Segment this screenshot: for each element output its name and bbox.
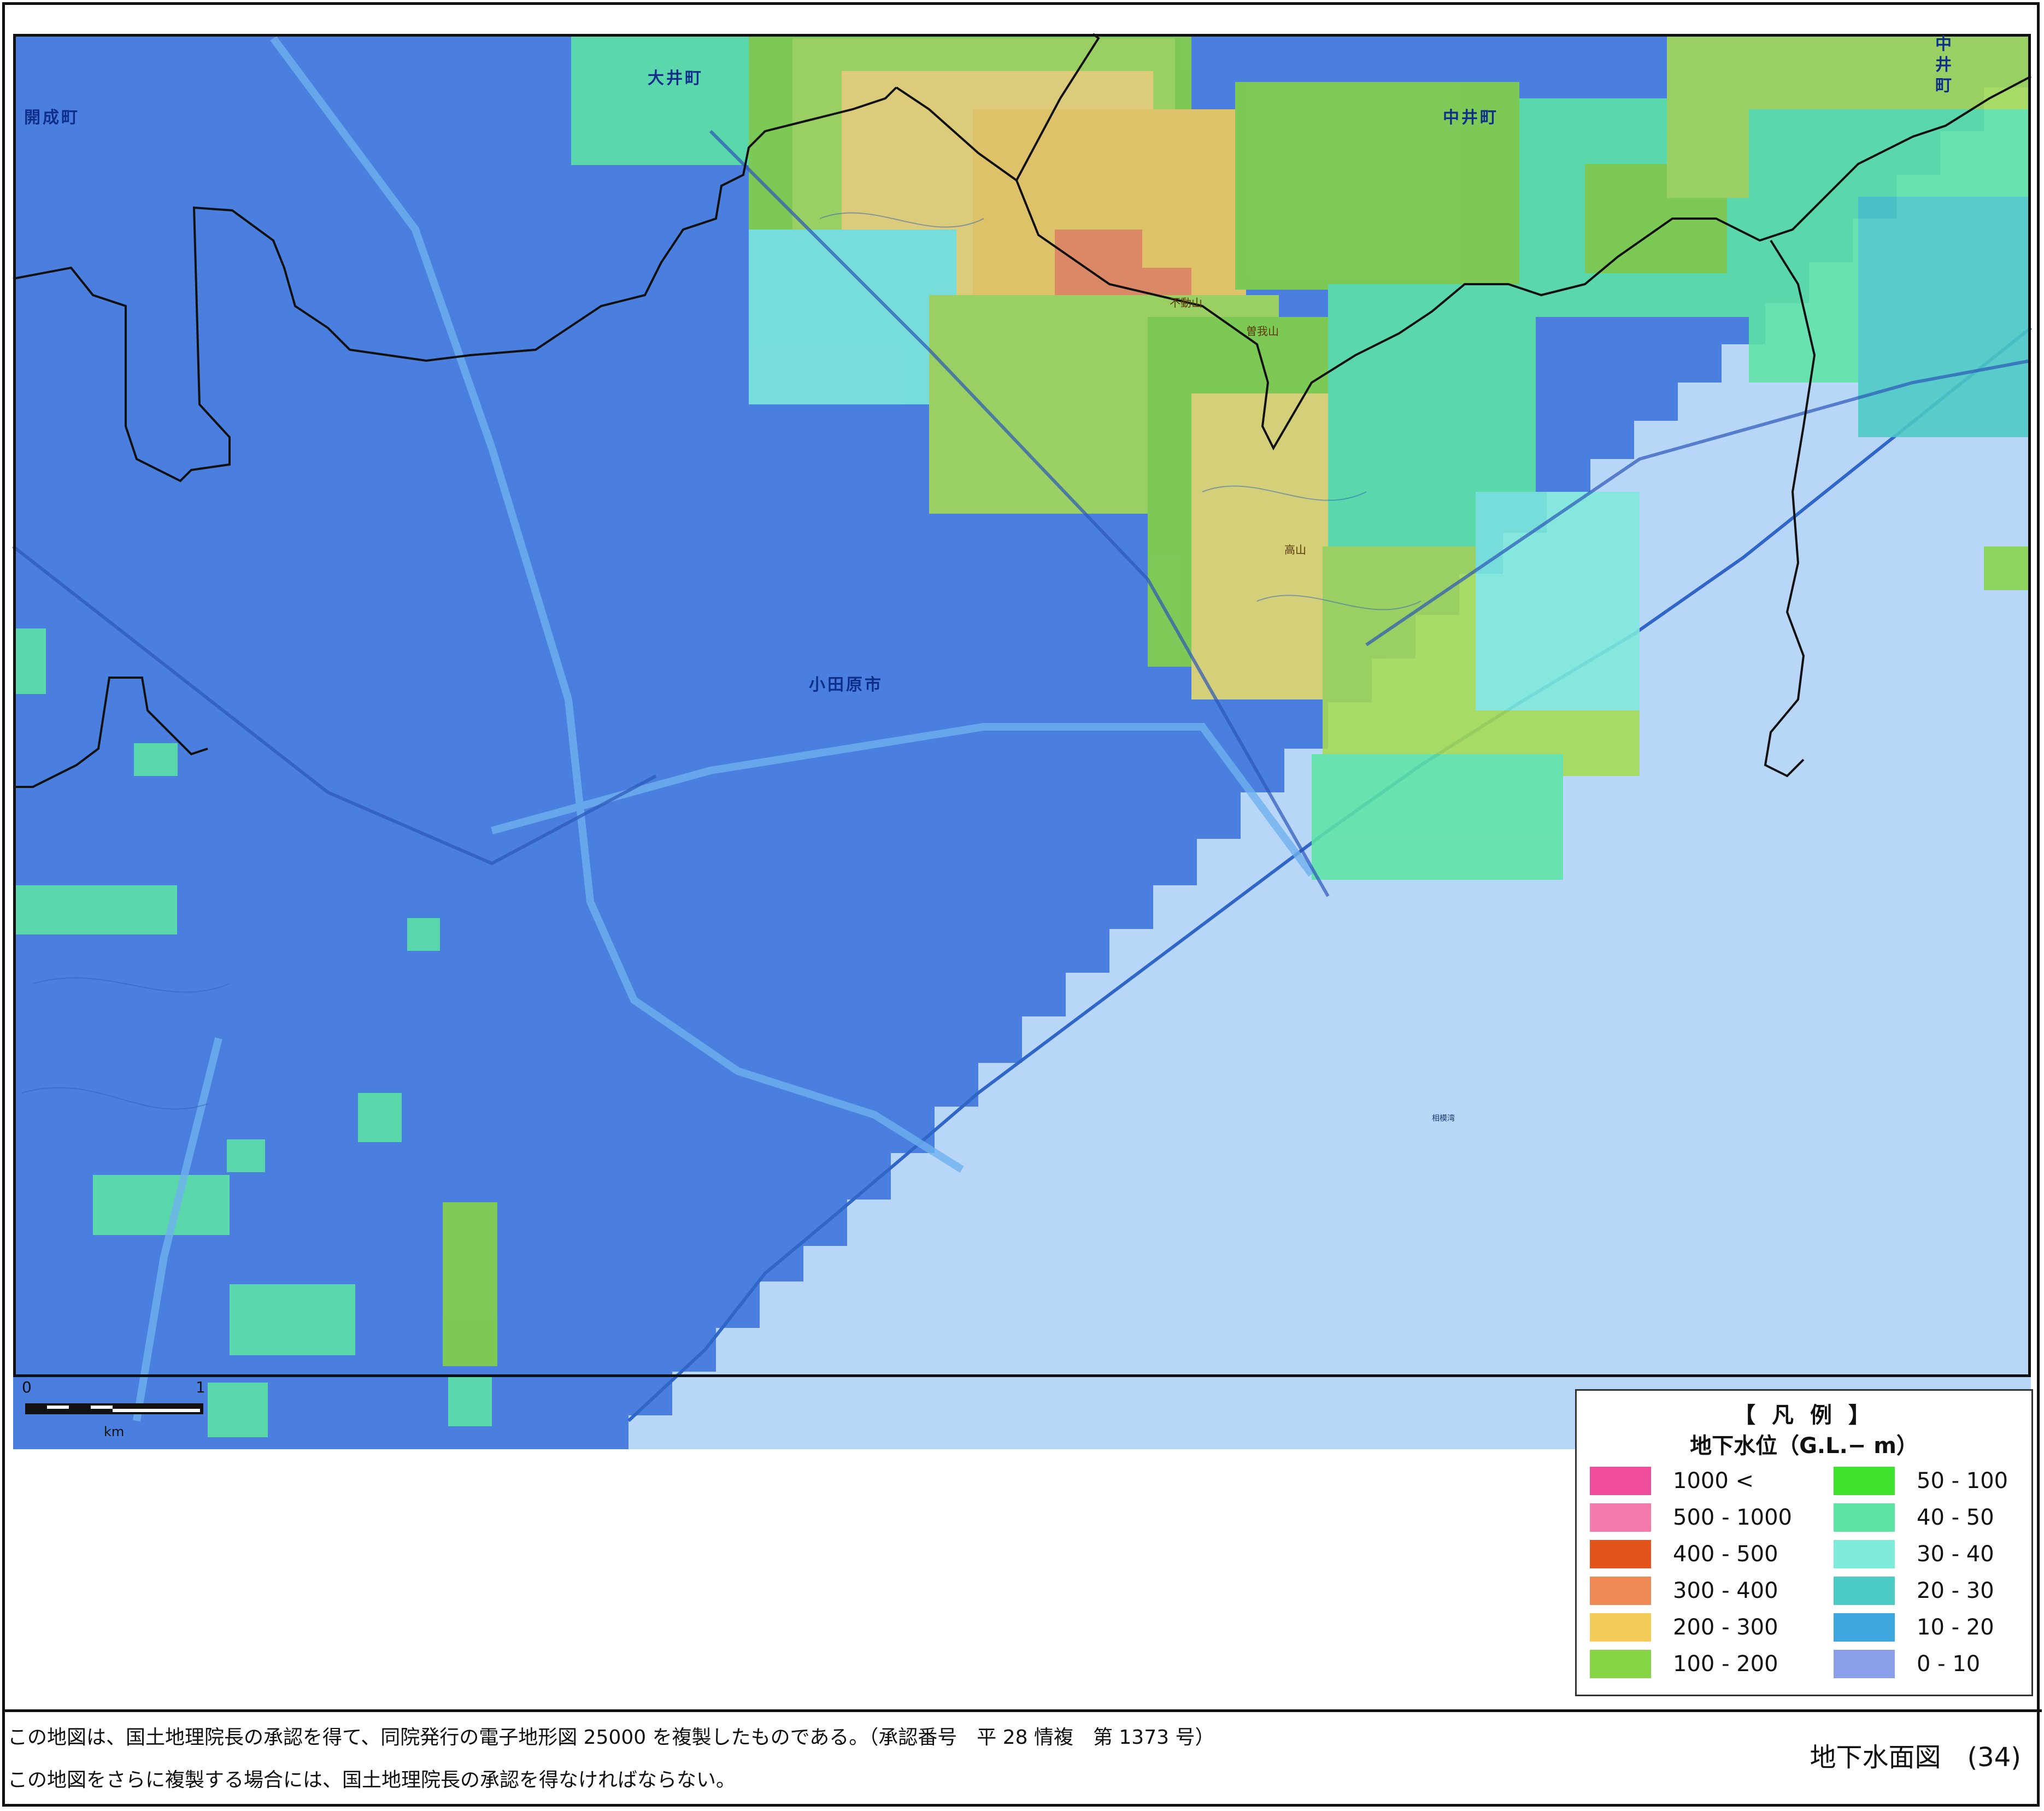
legend-label: 50 - 100 xyxy=(1917,1468,2008,1494)
town-label-nakai-vertical: 中井町 xyxy=(1932,35,1951,97)
legend-label: 1000 < xyxy=(1673,1468,1754,1494)
legend-item: 500 - 1000 xyxy=(1590,1503,1792,1532)
legend-swatch xyxy=(1590,1540,1651,1568)
legend-swatch xyxy=(1590,1650,1651,1678)
legend-label: 30 - 40 xyxy=(1917,1542,1994,1567)
scale-start-label: 0 xyxy=(22,1378,32,1396)
legend-label: 500 - 1000 xyxy=(1673,1505,1793,1530)
legend-item: 40 - 50 xyxy=(1834,1503,1994,1532)
legend-swatch xyxy=(1834,1577,1895,1605)
legend-label: 400 - 500 xyxy=(1673,1542,1778,1567)
legend-item: 10 - 20 xyxy=(1834,1613,1994,1642)
legend-label: 200 - 300 xyxy=(1673,1615,1778,1640)
legend-swatch xyxy=(1834,1467,1895,1495)
legend-swatch xyxy=(1590,1503,1651,1532)
legend: 【 凡 例 】 地下水位（G.L.− m） 1000 < 500 - 1000 … xyxy=(1575,1389,2033,1696)
town-label-odawara: 小田原市 xyxy=(809,675,883,695)
legend-swatch xyxy=(1834,1613,1895,1642)
legend-label: 10 - 20 xyxy=(1917,1615,1994,1640)
legend-item: 20 - 30 xyxy=(1834,1576,1994,1606)
sea-label: 相模湾 xyxy=(1432,1114,1455,1123)
scale-unit: km xyxy=(104,1424,125,1439)
legend-title: 【 凡 例 】 xyxy=(1734,1403,1875,1428)
legend-item: 200 - 300 xyxy=(1590,1613,1778,1642)
sheet-title: 地下水面図 (34) xyxy=(1810,1742,2021,1773)
legend-swatch xyxy=(1834,1540,1895,1568)
legend-swatch xyxy=(1834,1650,1895,1678)
legend-label: 100 - 200 xyxy=(1673,1651,1778,1677)
legend-swatch xyxy=(1590,1613,1651,1642)
town-label-oi: 大井町 xyxy=(648,69,703,88)
legend-swatch xyxy=(1590,1577,1651,1605)
legend-item: 0 - 10 xyxy=(1834,1649,1980,1679)
peak-label-takayama: 高山 xyxy=(1284,543,1306,556)
legend-item: 30 - 40 xyxy=(1834,1539,1994,1569)
reproduction-note: この地図をさらに複製する場合には、国土地理院長の承認を得なければならない。 xyxy=(8,1769,736,1791)
legend-label: 0 - 10 xyxy=(1917,1651,1981,1677)
town-label-nakai: 中井町 xyxy=(1443,108,1499,127)
peak-label-fudosan: 不動山 xyxy=(1170,296,1202,309)
legend-swatch xyxy=(1834,1503,1895,1532)
copyright-note: この地図は、国土地理院長の承認を得て、同院発行の電子地形図 25000 を複製し… xyxy=(8,1726,1215,1749)
legend-item: 300 - 400 xyxy=(1590,1576,1778,1606)
legend-label: 20 - 30 xyxy=(1917,1578,1994,1603)
peak-label-soga: 曽我山 xyxy=(1246,325,1279,338)
scale-end-label: 1 xyxy=(196,1378,205,1396)
legend-item: 400 - 500 xyxy=(1590,1539,1778,1569)
legend-label: 40 - 50 xyxy=(1917,1505,1994,1530)
legend-item: 100 - 200 xyxy=(1590,1649,1778,1679)
scale-bar-graphic xyxy=(25,1403,203,1414)
legend-item: 1000 < xyxy=(1590,1466,1754,1496)
scale-bar: 0 1 km xyxy=(22,1378,208,1439)
legend-label: 300 - 400 xyxy=(1673,1578,1778,1603)
legend-item: 50 - 100 xyxy=(1834,1466,2008,1496)
town-label-kaisei: 開成町 xyxy=(24,108,80,127)
legend-swatch xyxy=(1590,1467,1651,1495)
footer-divider xyxy=(2,1709,2042,1712)
legend-subtitle: 地下水位（G.L.− m） xyxy=(1690,1433,1918,1459)
